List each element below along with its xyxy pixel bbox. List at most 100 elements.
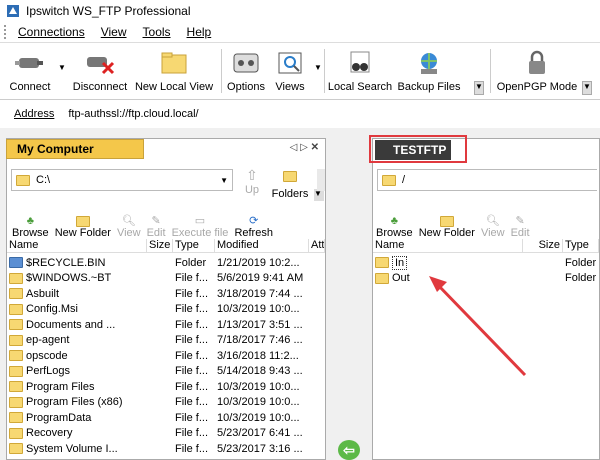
file-name: Program Files (x86) — [26, 396, 123, 409]
padlock-icon — [521, 49, 553, 77]
file-type: File f... — [175, 442, 209, 455]
toolbar-overflow-button[interactable]: ▼ — [474, 81, 484, 95]
folder-icon — [9, 350, 23, 362]
disconnect-button[interactable]: Disconnect — [70, 45, 130, 99]
local-file-list: $RECYCLE.BIN Folder 1/21/2019 10:2... $WIND… — [7, 255, 309, 457]
edit-icon: ✎ — [151, 215, 161, 227]
table-row[interactable]: Documents and ... File f... 1/13/2017 3:51… — [7, 317, 309, 333]
col-modified[interactable]: Modified — [215, 239, 309, 252]
local-new-folder-button[interactable]: New Folder — [52, 205, 114, 241]
col-name[interactable]: Name — [7, 239, 147, 252]
menu-tools[interactable]: Tools — [135, 25, 179, 39]
table-row[interactable]: ProgramData File f... 10/3/2019 10:0... — [7, 410, 309, 426]
table-row[interactable]: PerfLogs File f... 5/14/2018 9:43 ... — [7, 364, 309, 380]
file-type: File f... — [175, 287, 209, 300]
local-path-value: C:\ — [36, 174, 51, 186]
col-attr[interactable]: Att — [309, 239, 325, 252]
browse-icon: ♣ — [26, 215, 34, 227]
left-scrollbar-small[interactable] — [317, 169, 325, 191]
pane-controls[interactable]: ◁ ▷ ✕ — [290, 142, 319, 153]
file-name-cell: In — [373, 255, 523, 270]
folder-icon — [9, 365, 23, 377]
menu-connections[interactable]: Connections — [10, 25, 93, 39]
file-name-cell: Recovery — [7, 427, 147, 439]
folder-icon — [9, 427, 23, 439]
window-title: Ipswitch WS_FTP Professional — [26, 4, 191, 18]
local-view-button[interactable]: 🔍︎ View — [114, 205, 144, 241]
col-size[interactable]: Size — [523, 239, 563, 252]
file-name-cell: $RECYCLE.BIN — [7, 257, 147, 269]
file-name: In — [392, 255, 408, 270]
new-folder-icon — [75, 216, 90, 227]
file-name-cell: opscode — [7, 350, 147, 362]
views-magnifier-icon — [274, 49, 306, 77]
menu-view[interactable]: View — [93, 25, 135, 39]
local-search-button[interactable]: Local Search — [328, 45, 392, 99]
toolbar-overflow-button-2[interactable]: ▼ — [582, 81, 592, 95]
remote-new-folder-button[interactable]: New Folder — [416, 205, 478, 241]
local-path-combo[interactable]: C:\ ▼ — [11, 169, 233, 191]
local-browse-button[interactable]: ♣ Browse — [9, 205, 52, 241]
binoculars-icon — [344, 49, 376, 77]
file-modified: 10/3/2019 10:0... — [217, 380, 300, 393]
tab-testftp[interactable]: TESTFTP — [375, 140, 451, 160]
backup-globe-icon — [413, 49, 445, 77]
file-name-cell: Program Files — [7, 381, 147, 393]
address-bar: Address ftp-authssl://ftp.cloud.local/ — [0, 100, 600, 128]
file-modified: 1/21/2019 10:2... — [217, 256, 300, 269]
transfer-left-arrow-icon[interactable]: ⇦ — [338, 440, 360, 460]
file-modified: 5/14/2018 9:43 ... — [217, 365, 303, 378]
file-modified: 5/6/2019 9:41 AM — [217, 272, 304, 285]
table-row[interactable]: Asbuilt File f... 3/18/2019 7:44 ... — [7, 286, 309, 302]
edit-icon: ✎ — [515, 215, 525, 227]
table-row[interactable]: $RECYCLE.BIN Folder 1/21/2019 10:2... — [7, 255, 309, 271]
folder-icon — [9, 272, 23, 284]
col-name[interactable]: Name — [373, 239, 523, 252]
col-type[interactable]: Type — [173, 239, 215, 252]
table-row[interactable]: ep-agent File f... 7/18/2017 7:46 ... — [7, 333, 309, 349]
local-edit-button[interactable]: ✎ Edit — [144, 205, 169, 241]
table-row[interactable]: Recovery File f... 5/23/2017 6:41 ... — [7, 426, 309, 442]
connect-button[interactable]: Connect — [6, 45, 54, 99]
file-name-cell: Documents and ... — [7, 319, 147, 331]
table-row[interactable]: Program Files File f... 10/3/2019 10:0... — [7, 379, 309, 395]
table-row[interactable]: Config.Msi File f... 10/3/2019 10:0... — [7, 302, 309, 318]
remote-view-button[interactable]: 🔍︎ View — [478, 205, 508, 241]
col-size[interactable]: Size — [147, 239, 173, 252]
file-name: Config.Msi — [26, 303, 78, 316]
folder-icon — [9, 319, 23, 331]
remote-browse-button[interactable]: ♣ Browse — [373, 205, 416, 241]
file-type: Folder — [175, 256, 207, 269]
remote-edit-button[interactable]: ✎ Edit — [508, 205, 533, 241]
folder-icon — [9, 334, 23, 346]
address-input[interactable]: ftp-authssl://ftp.cloud.local/ — [68, 108, 198, 120]
backup-files-button[interactable]: Backup Files — [397, 45, 461, 99]
refresh-icon: ⟳ — [249, 215, 259, 227]
folders-button[interactable]: Folders — [269, 167, 311, 203]
folder-icon — [9, 257, 23, 269]
menu-help[interactable]: Help — [179, 25, 220, 39]
disconnect-plug-icon — [84, 49, 116, 77]
local-execute-button[interactable]: ▭ Execute file — [169, 205, 232, 241]
table-row[interactable]: System Volume I... File f... 5/23/2017 3:1… — [7, 441, 309, 457]
up-button[interactable]: ⇧ Up — [237, 167, 267, 203]
remote-action-toolbar: ♣ Browse New Folder 🔍︎ View ✎ Edit — [373, 205, 533, 241]
tab-my-computer[interactable]: My Computer — [6, 139, 144, 159]
table-row[interactable]: $WINDOWS.~BT File f... 5/6/2019 9:41 AM — [7, 271, 309, 287]
file-name-cell: System Volume I... — [7, 443, 147, 455]
local-refresh-button[interactable]: ⟳ Refresh — [231, 205, 276, 241]
file-modified: 10/3/2019 10:0... — [217, 303, 300, 316]
file-name: System Volume I... — [26, 442, 118, 455]
new-local-view-button[interactable]: New Local View — [134, 45, 214, 99]
table-row[interactable]: opscode File f... 3/16/2018 11:2... — [7, 348, 309, 364]
col-type[interactable]: Type — [563, 239, 599, 252]
table-row[interactable]: In Folder — [373, 255, 599, 271]
openpgp-mode-button[interactable]: OpenPGP Mode — [496, 45, 578, 99]
chevron-down-icon[interactable]: ▼ — [220, 176, 228, 185]
file-name-cell: ep-agent — [7, 334, 147, 346]
file-name: $WINDOWS.~BT — [26, 272, 112, 285]
options-button[interactable]: Options — [224, 45, 268, 99]
remote-path-combo[interactable]: / — [377, 169, 597, 191]
views-button[interactable]: Views — [272, 45, 308, 99]
table-row[interactable]: Program Files (x86) File f... 10/3/2019 10… — [7, 395, 309, 411]
